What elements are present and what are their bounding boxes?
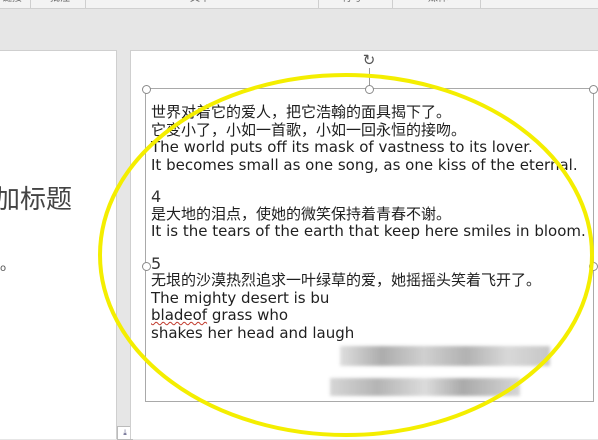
text-line-en-2: It becomes small as one song, as one kis… [151,155,578,174]
text-line-zh-2: 它变小了，小如一首歌，小如一回永恒的接吻。 [151,120,467,139]
ribbon-group-symbol[interactable]: 符号 [342,0,362,5]
ribbon-divider [318,0,319,8]
ribbon-divider [480,0,481,8]
resize-handle-top-left[interactable] [142,85,151,94]
text-box-content[interactable]: 世界对着它的爱人，把它浩翰的面具揭下了。 它变小了，小如一首歌，小如一回永恒的接… [151,103,591,342]
resize-handle-top-right[interactable] [589,85,598,94]
blurred-region [330,378,520,396]
text-line-zh-4: 无垠的沙漠热烈追求一叶绿草的爱，她摇摇头笑着飞开了。 [151,271,542,289]
text-line-zh-1: 世界对着它的爱人，把它浩翰的面具揭下了。 [151,103,452,121]
ribbon-group-text[interactable]: 文本 [190,0,210,5]
text-line-en-6: shakes her head and laugh [151,323,355,342]
text-line-en-3: It is the tears of the earth that keep h… [151,222,586,240]
resize-handle-top[interactable] [365,85,374,94]
ribbon-divider [30,0,31,8]
text-line-zh-3: 是大地的泪点，使她的微笑保持着青春不谢。 [151,204,452,223]
verse-number-5: 5 [151,253,162,273]
ribbon-divider [392,0,393,8]
slide-thumbnail-left[interactable]: 加标题 o [0,50,117,439]
title-placeholder-text[interactable]: 加标题 [0,179,72,216]
ribbon-group-link[interactable]: 链接 [2,0,22,5]
ribbon-divider [85,0,86,8]
verse-number-4: 4 [151,187,162,206]
text-fragment: grass who [207,306,289,324]
text-line-en-1: The world puts off its mask of vastness … [151,138,533,156]
ribbon-strip: 链接 批注 文本 符号 媒体 [0,0,598,9]
slide-marker: o [0,263,7,274]
rotate-handle-stem [369,68,370,86]
ribbon-group-media[interactable]: 媒体 [428,0,448,5]
resize-handle-left[interactable] [142,262,151,271]
ribbon-group-comment[interactable]: 批注 [50,0,70,5]
rotate-handle-icon[interactable]: ↻ [361,52,377,68]
spellcheck-word[interactable]: bladeof [151,306,207,324]
text-line-en-5: bladeof grass who [151,306,591,325]
blurred-region [340,346,550,366]
text-line-en-4: The mighty desert is bu [151,288,330,307]
